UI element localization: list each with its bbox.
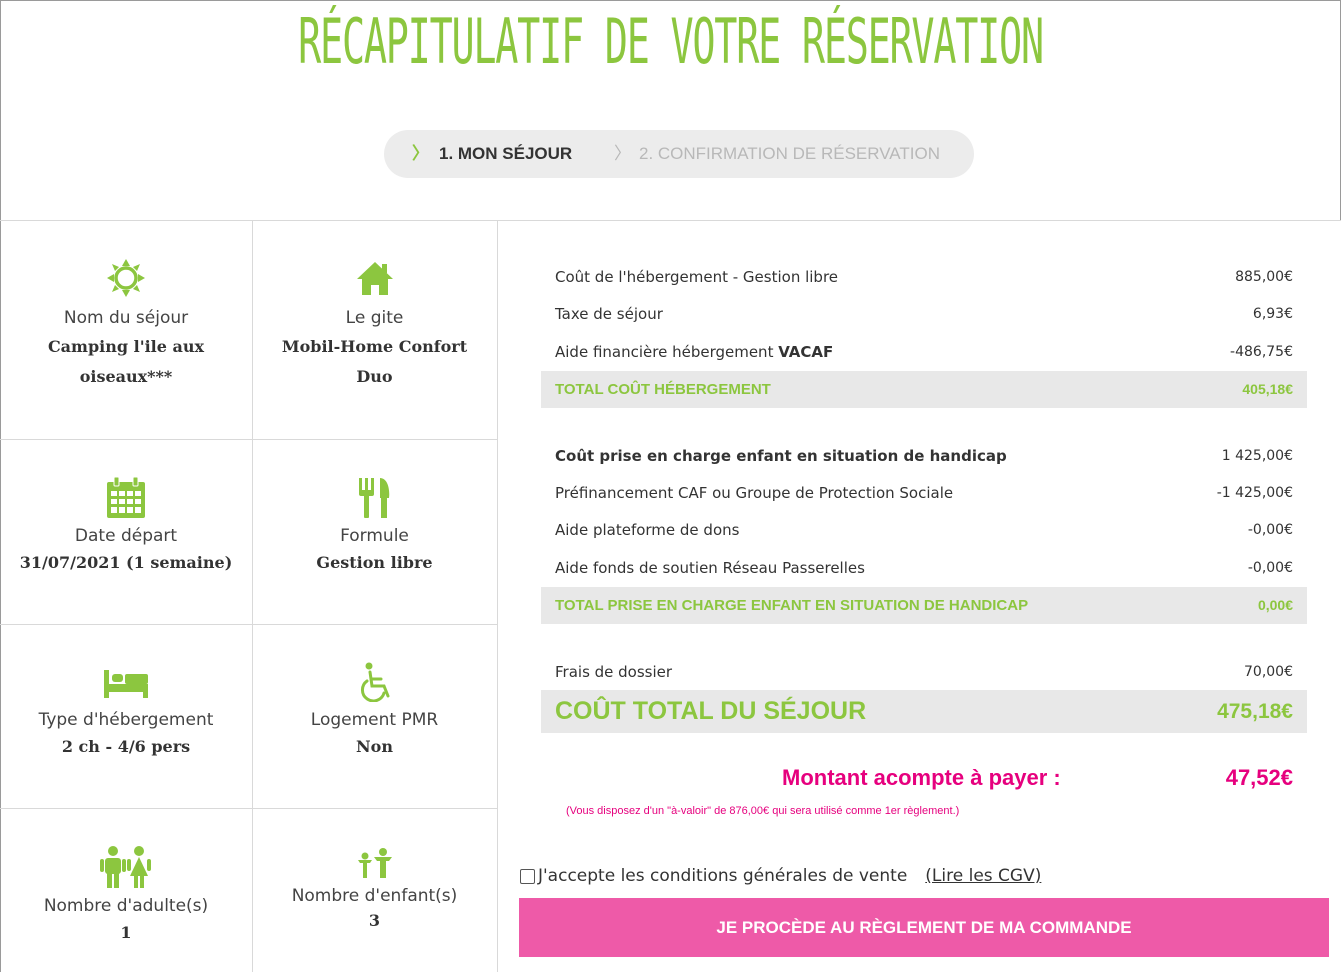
wheelchair-icon: [360, 662, 389, 702]
gite-label: Le gite: [345, 308, 404, 328]
cost-label-text: Aide financière hébergement: [555, 343, 779, 361]
step-label: 2. CONFIRMATION DE RÉSERVATION: [639, 144, 940, 163]
frais-dossier-row: Frais de dossier 70,00€: [541, 654, 1307, 691]
cost-value: 70,00€: [1244, 664, 1293, 680]
cost-label: Aide plateforme de dons: [555, 521, 740, 539]
acompte-label: Montant acompte à payer :: [782, 765, 1061, 790]
cgv-checkbox[interactable]: [520, 868, 535, 884]
logement-pmr-value: Non: [356, 737, 393, 756]
cost-row: Préfinancement CAF ou Groupe de Protecti…: [541, 475, 1307, 512]
nom-sejour-value: Camping l'ile aux oiseaux***: [47, 337, 205, 386]
chevron-right-icon: 〉: [412, 144, 429, 163]
grand-total-row: COÛT TOTAL DU SÉJOUR 475,18€: [541, 690, 1307, 733]
total-label: TOTAL COÛT HÉBERGEMENT: [555, 381, 771, 398]
step-confirmation[interactable]: 〉 2. CONFIRMATION DE RÉSERVATION: [614, 130, 940, 178]
logement-pmr-label: Logement PMR: [310, 710, 439, 730]
cost-value: 1 425,00€: [1221, 448, 1293, 464]
cost-label: Taxe de séjour: [555, 305, 663, 323]
acompte-note: (Vous disposez d'un "à-valoir" de 876,00…: [566, 805, 960, 817]
formule-label: Formule: [340, 526, 409, 546]
house-icon: [356, 262, 393, 295]
sun-icon: [107, 259, 145, 297]
cost-row: Aide financière hébergement VACAF -486,7…: [541, 334, 1307, 371]
total-value: 0,00€: [1257, 597, 1293, 613]
type-hebergement-label: Type d'hébergement: [38, 710, 214, 730]
nom-sejour-label: Nom du séjour: [63, 308, 189, 328]
pay-button[interactable]: JE PROCÈDE AU RÈGLEMENT DE MA COMMANDE: [519, 898, 1329, 957]
grand-total-value: 475,18€: [1217, 700, 1293, 723]
cost-value: -0,00€: [1247, 522, 1293, 538]
cgv-row: J'accepte les conditions générales de ve…: [520, 866, 1041, 886]
steps-bar: 〉 1. MON SÉJOUR 〉 2. CONFIRMATION DE RÉSER…: [384, 130, 974, 178]
cost-value: -0,00€: [1247, 560, 1293, 576]
total-hebergement-row: TOTAL COÛT HÉBERGEMENT 405,18€: [541, 371, 1307, 408]
summary-nom-sejour: Nom du séjour Camping l'ile aux oiseaux*…: [0, 258, 252, 392]
summary-enfants: Nombre d'enfant(s) 3: [252, 848, 497, 936]
summary-logement-pmr: Logement PMR Non: [252, 662, 497, 762]
grand-total-label: COÛT TOTAL DU SÉJOUR: [555, 697, 867, 725]
date-depart-value: 31/07/2021 (1 semaine): [19, 553, 233, 572]
cost-label: Aide fonds de soutien Réseau Passerelles: [555, 559, 865, 577]
formule-value: Gestion libre: [316, 553, 433, 572]
cost-value: 885,00€: [1235, 269, 1293, 285]
summary-adultes: Nombre d'adulte(s) 1: [0, 846, 252, 948]
cost-label: Préfinancement CAF ou Groupe de Protecti…: [555, 484, 954, 502]
cost-label: Aide financière hébergement VACAF: [555, 334, 833, 371]
cost-row: Coût de l'hébergement - Gestion libre 88…: [541, 259, 1307, 296]
adultes-value: 1: [120, 923, 132, 942]
cost-row: Taxe de séjour 6,93€: [541, 296, 1307, 333]
summary-gite: Le gite Mobil-Home Confort Duo: [252, 258, 497, 392]
calendar-icon: [107, 476, 145, 518]
step-label: 1. MON SÉJOUR: [439, 144, 573, 163]
summary-formule: Formule Gestion libre: [252, 476, 497, 578]
divider: [497, 220, 498, 972]
step-mon-sejour[interactable]: 〉 1. MON SÉJOUR: [412, 130, 572, 178]
page-title: RÉCAPITULATIF DE VOTRE RÉSERVATION: [298, 5, 1044, 78]
adults-icon: [100, 846, 151, 888]
enfants-value: 3: [368, 911, 381, 930]
total-handicap-row: TOTAL PRISE EN CHARGE ENFANT EN SITUATIO…: [541, 587, 1307, 624]
gite-value: Mobil-Home Confort Duo: [281, 337, 468, 386]
summary-date-depart: Date départ 31/07/2021 (1 semaine): [0, 476, 252, 578]
cost-label: Coût prise en charge enfant en situation…: [555, 447, 1007, 465]
cost-row: Aide plateforme de dons -0,00€: [541, 512, 1307, 549]
cost-value: 6,93€: [1252, 306, 1293, 322]
summary-type-hebergement: Type d'hébergement 2 ch - 4/6 pers: [0, 668, 252, 762]
date-depart-label: Date départ: [74, 526, 178, 546]
cgv-link[interactable]: (Lire les CGV): [925, 866, 1041, 886]
cost-label-bold: VACAF: [778, 343, 834, 361]
bed-icon: [104, 670, 148, 698]
chevron-right-icon: 〉: [614, 144, 631, 163]
acompte: Montant acompte à payer : 47,52€: [541, 765, 1307, 797]
children-icon: [357, 848, 392, 878]
total-label: TOTAL PRISE EN CHARGE ENFANT EN SITUATIO…: [555, 597, 1029, 614]
utensils-icon: [358, 478, 389, 518]
adultes-label: Nombre d'adulte(s): [43, 896, 209, 916]
cost-value: -486,75€: [1230, 344, 1293, 360]
divider: [0, 624, 497, 625]
divider: [0, 808, 497, 809]
enfants-label: Nombre d'enfant(s): [291, 886, 458, 906]
cost-row: Coût prise en charge enfant en situation…: [541, 438, 1307, 475]
divider: [0, 220, 1341, 221]
cost-row: Aide fonds de soutien Réseau Passerelles…: [541, 550, 1307, 587]
type-hebergement-value: 2 ch - 4/6 pers: [61, 737, 191, 756]
divider: [0, 439, 497, 440]
cost-label: Coût de l'hébergement - Gestion libre: [555, 268, 839, 286]
cost-label: Frais de dossier: [555, 663, 673, 681]
cost-value: -1 425,00€: [1216, 485, 1293, 501]
acompte-value: 47,52€: [1225, 765, 1293, 790]
cgv-label[interactable]: J'accepte les conditions générales de ve…: [538, 866, 907, 886]
total-value: 405,18€: [1242, 381, 1293, 397]
